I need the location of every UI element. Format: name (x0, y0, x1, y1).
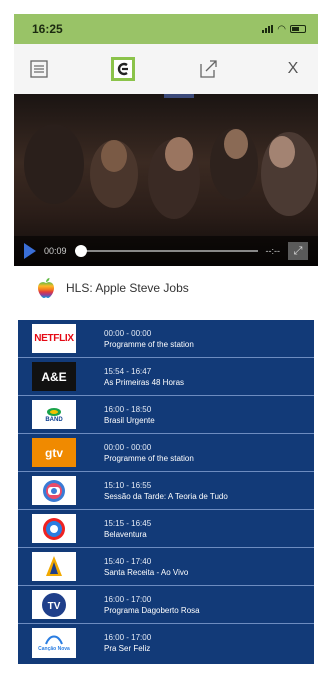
channel-info: 15:15 - 16:45 Belaventura (82, 510, 151, 547)
channel-time: 00:00 - 00:00 (104, 442, 152, 452)
toolbar: X (14, 44, 318, 94)
channel-time: 16:00 - 18:50 (104, 404, 152, 414)
gtv-logo: gtv (32, 438, 76, 467)
elapsed-time: 00:09 (44, 246, 67, 256)
tv-emblem-icon: TV (42, 592, 66, 617)
channel-info: 00:00 - 00:00 Programme of the station (82, 434, 194, 471)
channel-info: 15:40 - 17:40 Santa Receita - Ao Vivo (82, 548, 188, 585)
channel-program: Belaventura (104, 529, 147, 539)
play-button[interactable] (24, 243, 36, 259)
cancao-nova-emblem-icon (45, 635, 63, 645)
channel-info: 16:00 - 17:00 Pra Ser Feliz (82, 624, 151, 662)
channel-program: As Primeiras 48 Horas (104, 377, 185, 387)
channel-info: 00:00 - 00:00 Programme of the station (82, 320, 194, 357)
status-bar: 16:25 ◠ (14, 14, 318, 44)
channel-time: 00:00 - 00:00 (104, 328, 152, 338)
channel-row[interactable]: NETFLIX 00:00 - 00:00 Programme of the s… (18, 320, 314, 358)
channel-row[interactable]: BAND 16:00 - 18:50 Brasil Urgente (18, 396, 314, 434)
cancao-nova-logo: Canção Nova (32, 628, 76, 658)
globo-emblem-icon (43, 479, 65, 502)
aparecida-logo (32, 552, 76, 581)
band-logo-text: BAND (45, 416, 63, 423)
cancao-nova-logo-text: Canção Nova (38, 646, 70, 652)
seek-bar[interactable] (74, 245, 258, 257)
fullscreen-button[interactable]: ⤢ (288, 242, 308, 260)
channel-program: Programme of the station (104, 339, 194, 349)
channel-row[interactable]: A&E 15:54 - 16:47 As Primeiras 48 Horas (18, 358, 314, 396)
seek-handle[interactable] (74, 245, 87, 257)
channel-info: 16:00 - 17:00 Programa Dagoberto Rosa (82, 586, 200, 623)
remaining-time: --:-- (265, 246, 281, 256)
wifi-icon: ◠ (277, 23, 286, 35)
channel-program: Programme of the station (104, 453, 194, 463)
now-playing[interactable]: HLS: Apple Steve Jobs (14, 272, 318, 304)
channel-info: 15:10 - 16:55 Sessão da Tarde: A Teoria … (82, 472, 228, 509)
close-button[interactable]: X (280, 56, 306, 82)
channel-row[interactable]: Canção Nova 16:00 - 17:00 Pra Ser Feliz (18, 624, 314, 662)
band-logo: BAND (32, 400, 76, 429)
video-controls: 00:09 --:-- ⤢ (14, 236, 318, 266)
share-icon (200, 60, 217, 78)
channel-info: 16:00 - 18:50 Brasil Urgente (82, 396, 155, 433)
channel-info: 15:54 - 16:47 As Primeiras 48 Horas (82, 358, 184, 395)
record-emblem-icon (43, 517, 65, 540)
band-emblem-icon (47, 407, 61, 416)
signal-icon (262, 25, 274, 33)
app-logo-button[interactable] (111, 57, 136, 81)
channel-row[interactable]: gtv 00:00 - 00:00 Programme of the stati… (18, 434, 314, 472)
now-playing-title: HLS: Apple Steve Jobs (66, 281, 189, 295)
share-button[interactable] (195, 56, 221, 82)
aparecida-emblem-icon (46, 555, 62, 576)
channel-program: Pra Ser Feliz (104, 644, 151, 653)
channel-time: 15:15 - 16:45 (104, 518, 152, 528)
fullscreen-icon: ⤢ (293, 244, 303, 257)
channel-time: 15:40 - 17:40 (104, 556, 152, 566)
app-logo-icon (118, 62, 129, 76)
menu-button[interactable] (26, 56, 52, 82)
channel-time: 16:00 - 17:00 (104, 594, 152, 604)
channel-time: 16:00 - 17:00 (104, 633, 152, 642)
channel-time: 15:54 - 16:47 (104, 366, 152, 376)
record-logo (32, 514, 76, 543)
ae-logo: A&E (32, 362, 76, 391)
battery-icon (290, 25, 306, 33)
tv-logo: TV (32, 590, 76, 619)
channel-row[interactable]: 15:10 - 16:55 Sessão da Tarde: A Teoria … (18, 472, 314, 510)
channel-program: Brasil Urgente (104, 415, 155, 425)
video-player[interactable]: 00:09 --:-- ⤢ (14, 94, 318, 266)
channel-row[interactable]: TV 16:00 - 17:00 Programa Dagoberto Rosa (18, 586, 314, 624)
channel-program: Programa Dagoberto Rosa (104, 605, 200, 615)
globo-logo (32, 476, 76, 505)
netflix-logo: NETFLIX (32, 324, 76, 353)
channel-list: NETFLIX 00:00 - 00:00 Programme of the s… (18, 320, 314, 664)
tv-logo-text: TV (48, 601, 61, 612)
channel-program: Santa Receita - Ao Vivo (104, 567, 189, 577)
channel-time: 15:10 - 16:55 (104, 480, 152, 490)
status-icons: ◠ (262, 24, 306, 35)
channel-program: Sessão da Tarde: A Teoria de Tudo (104, 491, 228, 501)
apple-logo-icon (38, 278, 54, 298)
status-time: 16:25 (32, 22, 63, 36)
menu-icon (30, 60, 48, 78)
channel-row[interactable]: 15:15 - 16:45 Belaventura (18, 510, 314, 548)
channel-row[interactable]: 15:40 - 17:40 Santa Receita - Ao Vivo (18, 548, 314, 586)
